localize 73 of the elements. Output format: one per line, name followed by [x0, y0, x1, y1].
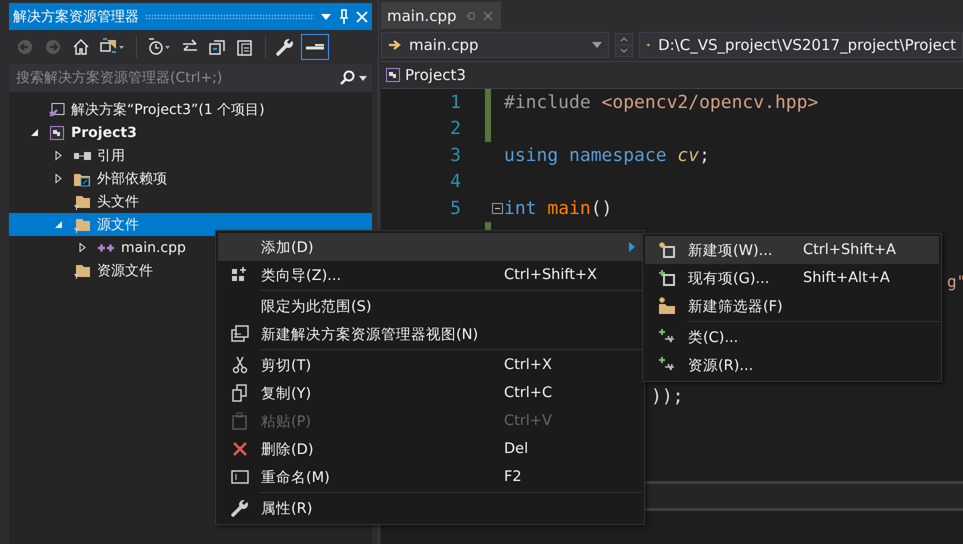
wrench-icon[interactable]: [276, 38, 294, 56]
file-tab[interactable]: main.cpp: [381, 2, 501, 29]
pages-icon[interactable]: [237, 38, 255, 56]
dropdown-icon[interactable]: [320, 12, 332, 20]
menu-item[interactable]: 资源(R)...: [645, 351, 939, 379]
rename-icon: [230, 470, 248, 484]
line-number: 2: [449, 118, 461, 140]
menu-item[interactable]: 限定为此范围(S): [218, 292, 642, 320]
new-item-icon: [658, 241, 676, 259]
search-icon[interactable]: [339, 70, 355, 86]
collapse-icon[interactable]: [209, 38, 227, 56]
menu-item[interactable]: 添加(D): [218, 233, 642, 261]
menu-item[interactable]: 重命名(M) F2: [218, 463, 642, 491]
tree-item[interactable]: 引用: [9, 144, 372, 167]
project-icon: [385, 67, 401, 83]
project-icon: [49, 124, 65, 140]
menu-item[interactable]: 属性(R): [218, 494, 642, 522]
folder-icon: [73, 194, 91, 210]
tree-item[interactable]: Project3: [9, 121, 372, 144]
dropdown-icon[interactable]: [359, 76, 367, 80]
close-icon[interactable]: [482, 10, 493, 20]
search-field[interactable]: 搜索解决方案资源管理器(Ctrl+;): [14, 65, 335, 91]
line-number: 3: [449, 144, 461, 166]
home-icon[interactable]: [72, 38, 90, 56]
code-line: #include <opencv2/opencv.hpp>: [504, 92, 818, 113]
project-label: Project3: [405, 66, 466, 84]
sync-icon[interactable]: [100, 38, 126, 56]
plus-plus-icon: [97, 242, 115, 252]
menu-item[interactable]: 类(C)...: [645, 323, 939, 351]
folder-icon: [73, 216, 91, 232]
menu-item[interactable]: 剪切(T) Ctrl+X: [218, 351, 642, 379]
folder-icon: [73, 262, 91, 278]
pin-icon[interactable]: [464, 10, 475, 20]
wrench-icon: [230, 499, 248, 517]
line-number: 4: [449, 171, 461, 192]
menu-item[interactable]: 新建项(W)... Ctrl+Shift+A: [645, 236, 939, 264]
panel-title: 解决方案资源管理器: [13, 8, 139, 26]
menu-item[interactable]: 新建筛选器(F): [645, 292, 939, 320]
line-number: 5: [449, 198, 461, 219]
code-line: using namespace cv;: [504, 144, 710, 166]
expanded-icon[interactable]: [28, 127, 40, 138]
references-icon: [73, 150, 91, 160]
dropdown-icon: [592, 42, 602, 48]
menu-item[interactable]: 现有项(G)... Shift+Alt+A: [645, 264, 939, 292]
arrow-icon: [388, 39, 401, 51]
tree-item[interactable]: 解决方案“Project3”(1 个项目): [9, 98, 372, 121]
tree-item[interactable]: 外部依赖项: [9, 167, 372, 190]
menu-item[interactable]: 新建解决方案资源管理器视图(N): [218, 320, 642, 348]
collapsed-icon[interactable]: [52, 150, 64, 161]
solution-icon: [49, 102, 65, 118]
menu-item[interactable]: 类向导(Z)... Ctrl+Shift+X: [218, 261, 642, 289]
collapsed-icon[interactable]: [52, 173, 64, 184]
collapsed-icon[interactable]: [76, 242, 88, 253]
scissors-icon: [232, 356, 248, 374]
code-fragment: ));: [651, 386, 684, 407]
new-folder-icon: [658, 297, 676, 315]
copy-icon: [232, 384, 248, 402]
delete-icon: [232, 441, 248, 457]
menu-item[interactable]: 删除(D) Del: [218, 435, 642, 463]
window-icon: [230, 325, 248, 343]
collapse-icon[interactable]: [492, 202, 503, 214]
line-number: 1: [449, 92, 461, 113]
path-dropdown[interactable]: D:\C_VS_project\VS2017_project\Project: [639, 32, 963, 58]
file-dropdown[interactable]: main.cpp: [381, 32, 609, 58]
add-item-icon: [658, 269, 676, 287]
wizard-icon: [230, 266, 248, 284]
menu-item[interactable]: 复制(Y) Ctrl+C: [218, 379, 642, 407]
search-box[interactable]: 搜索解决方案资源管理器(Ctrl+;): [9, 64, 372, 92]
history-icon[interactable]: [147, 38, 171, 56]
clipboard-icon: [232, 412, 248, 430]
code-line: int main(): [504, 198, 612, 219]
tree-item[interactable]: 头文件: [9, 190, 372, 213]
spin-buttons-icon[interactable]: [615, 33, 633, 57]
